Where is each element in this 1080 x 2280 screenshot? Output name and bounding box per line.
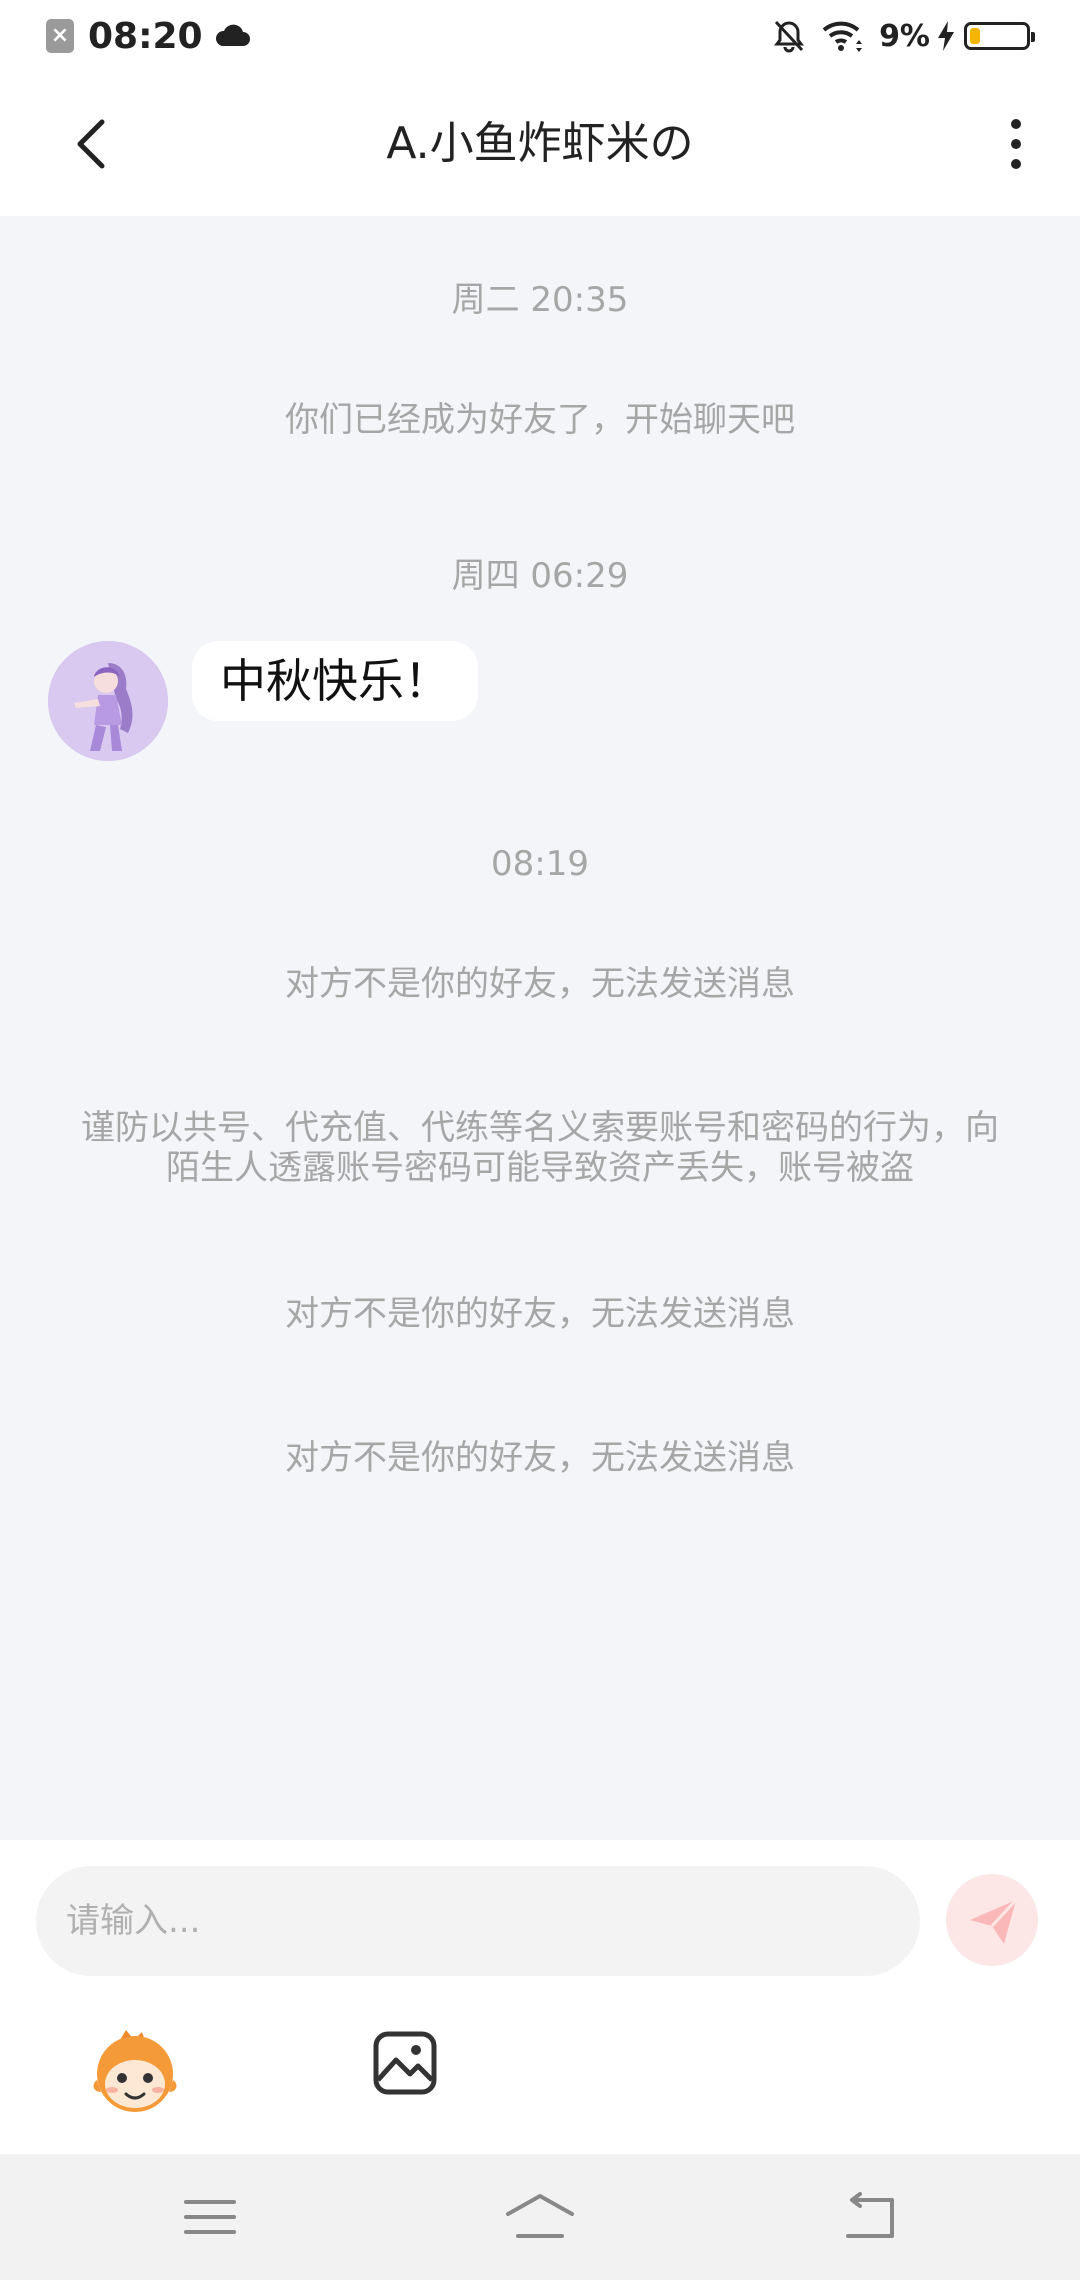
message-input[interactable] <box>36 1866 920 1976</box>
security-warning: 谨防以共号、代充值、代练等名义索要账号和密码的行为，向陌生人透露账号密码可能导致… <box>81 1108 999 1188</box>
navigation-bar <box>0 2154 1080 2280</box>
chevron-left-icon[interactable] <box>62 112 126 176</box>
send-icon <box>970 1898 1018 1944</box>
bell-off-icon <box>774 20 805 53</box>
timestamp: 周二 20:35 <box>451 280 629 320</box>
battery-icon <box>964 22 1035 50</box>
system-message: 对方不是你的好友，无法发送消息 <box>285 1294 795 1334</box>
status-time: 08:20 <box>88 15 203 57</box>
charging-icon <box>938 21 954 51</box>
status-bar: × 08:20 9% <box>0 0 1080 72</box>
timestamp: 周四 06:29 <box>451 556 629 596</box>
system-message: 你们已经成为好友了，开始聊天吧 <box>285 400 795 440</box>
home-icon[interactable] <box>504 2192 576 2242</box>
avatar-image <box>48 641 168 761</box>
more-vertical-icon[interactable] <box>992 112 1040 176</box>
notification-x-icon: × <box>46 19 74 53</box>
timestamp: 08:19 <box>491 844 589 884</box>
status-left: × 08:20 <box>46 14 251 58</box>
message-bubble[interactable]: 中秋快乐！ <box>192 641 478 721</box>
emoji-sticker-icon[interactable] <box>90 2026 180 2116</box>
system-message: 对方不是你的好友，无法发送消息 <box>285 964 795 1004</box>
chat-area[interactable]: 周二 20:35 你们已经成为好友了，开始聊天吧 周四 06:29 中秋快乐！ … <box>0 216 1080 1840</box>
battery-percent: 9% <box>879 18 930 54</box>
battery-level <box>970 28 980 44</box>
image-icon[interactable] <box>372 2030 438 2096</box>
menu-icon[interactable] <box>180 2192 240 2242</box>
back-icon[interactable] <box>840 2192 900 2242</box>
chat-header: A.小鱼炸虾米の <box>0 72 1080 216</box>
wifi-icon <box>822 21 863 52</box>
avatar[interactable] <box>48 641 168 761</box>
system-message: 对方不是你的好友，无法发送消息 <box>285 1438 795 1478</box>
cloud-icon <box>215 24 250 46</box>
status-right: 9% <box>771 14 1035 58</box>
send-button[interactable] <box>946 1874 1038 1966</box>
page-title: A.小鱼炸虾米の <box>386 118 694 169</box>
input-panel <box>0 1840 1080 2154</box>
